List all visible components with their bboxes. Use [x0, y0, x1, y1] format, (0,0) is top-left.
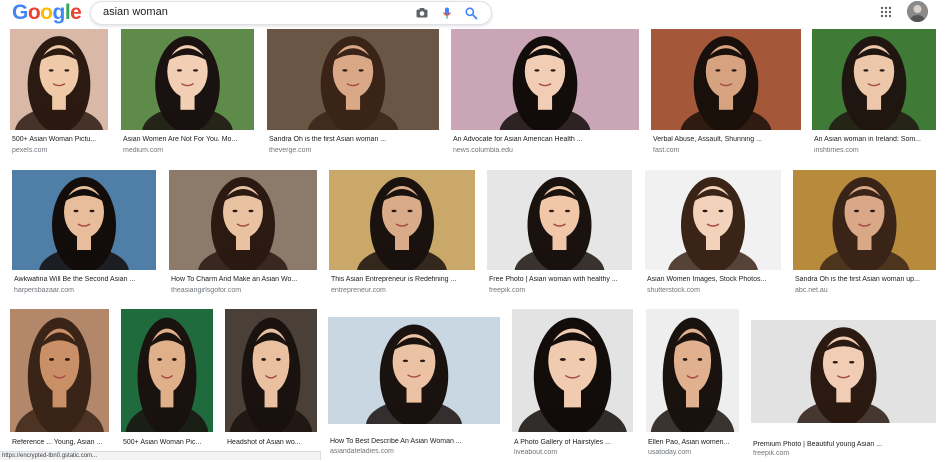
camera-icon[interactable]	[415, 6, 429, 20]
image-result[interactable]: Headshot of Asian wo...	[225, 309, 317, 462]
result-source[interactable]: usatoday.com	[648, 449, 739, 456]
image-thumbnail[interactable]	[121, 309, 213, 432]
result-source[interactable]: medium.com	[123, 147, 254, 154]
image-thumbnail[interactable]	[487, 170, 632, 270]
result-title[interactable]: Asian Women Are Not For You. Mo...	[123, 136, 254, 143]
image-result[interactable]: Free Photo | Asian woman with healthy ..…	[487, 170, 632, 300]
mic-icon[interactable]	[440, 6, 454, 20]
image-result[interactable]: Ellen Pao, Asian women... usatoday.com	[646, 309, 739, 462]
image-thumbnail[interactable]	[512, 309, 633, 432]
result-source[interactable]: freepik.com	[489, 287, 632, 294]
result-source[interactable]: shutterstock.com	[647, 287, 781, 294]
result-title[interactable]: How To Best Describe An Asian Woman ...	[330, 438, 500, 445]
apps-grid-icon[interactable]	[880, 6, 892, 18]
result-title[interactable]: Awkwafina Will Be the Second Asian ...	[14, 276, 156, 283]
image-thumbnail[interactable]	[121, 29, 254, 130]
result-source[interactable]: liveabout.com	[514, 449, 633, 456]
result-title[interactable]: Sandra Oh is the first Asian woman ...	[269, 136, 439, 143]
image-thumbnail[interactable]	[329, 170, 475, 270]
image-thumbnail[interactable]	[225, 309, 317, 432]
image-result[interactable]: Awkwafina Will Be the Second Asian ... ha…	[12, 170, 156, 300]
image-thumbnail[interactable]	[751, 320, 936, 423]
search-input[interactable]: asian woman	[103, 6, 168, 18]
result-title[interactable]: Free Photo | Asian woman with healthy ..…	[489, 276, 632, 283]
result-title[interactable]: 500+ Asian Woman Pictu...	[12, 136, 108, 143]
result-title[interactable]: How To Charm And Make an Asian Wo...	[171, 276, 317, 283]
image-thumbnail[interactable]	[10, 29, 108, 130]
result-title[interactable]: Premium Photo | Beautiful young Asian ..…	[753, 441, 936, 448]
image-thumbnail[interactable]	[12, 170, 156, 270]
image-thumbnail[interactable]	[651, 29, 801, 130]
result-title[interactable]: Headshot of Asian wo...	[227, 439, 317, 446]
image-thumbnail[interactable]	[10, 309, 109, 432]
image-thumbnail[interactable]	[328, 317, 500, 424]
search-box[interactable]: asian woman	[90, 1, 492, 25]
top-bar: Google asian woman	[0, 0, 948, 27]
result-title[interactable]: This Asian Entrepreneur is Redefining ..…	[331, 276, 475, 283]
result-title[interactable]: Reference ... Young, Asian ...	[12, 439, 109, 446]
image-result[interactable]: An Advocate for Asian American Health ..…	[451, 29, 639, 160]
result-title[interactable]: Sandra Oh is the first Asian woman up...	[795, 276, 936, 283]
image-result[interactable]: How To Best Describe An Asian Woman ... a…	[328, 317, 500, 455]
result-title[interactable]: Asian Women Images, Stock Photos...	[647, 276, 781, 283]
result-source[interactable]: irishtimes.com	[814, 147, 936, 154]
result-source[interactable]: harpersbazaar.com	[14, 287, 156, 294]
image-result[interactable]: An Asian woman in Ireland: Som... irishti…	[812, 29, 936, 160]
result-title[interactable]: Verbal Abuse, Assault, Shunning ...	[653, 136, 801, 143]
result-source[interactable]: pexels.com	[12, 147, 108, 154]
image-result[interactable]: How To Charm And Make an Asian Wo... thea…	[169, 170, 317, 300]
result-source[interactable]: freepik.com	[753, 450, 936, 457]
result-title[interactable]: An Asian woman in Ireland: Som...	[814, 136, 936, 143]
image-result[interactable]: Reference ... Young, Asian ...	[10, 309, 109, 462]
result-title[interactable]: An Advocate for Asian American Health ..…	[453, 136, 639, 143]
image-result[interactable]: 500+ Asian Woman Pic...	[121, 309, 213, 462]
result-source[interactable]: entrepreneur.com	[331, 287, 475, 294]
image-thumbnail[interactable]	[812, 29, 936, 130]
image-result[interactable]: Asian Women Images, Stock Photos... shutt…	[645, 170, 781, 300]
image-result[interactable]: Sandra Oh is the first Asian woman up...…	[793, 170, 936, 300]
google-logo[interactable]: Google	[12, 1, 82, 25]
image-result[interactable]: Asian Women Are Not For You. Mo... medium…	[121, 29, 254, 160]
result-source[interactable]: theverge.com	[269, 147, 439, 154]
image-thumbnail[interactable]	[646, 309, 739, 432]
result-title[interactable]: A Photo Gallery of Hairstyles ...	[514, 439, 633, 446]
account-avatar[interactable]	[907, 1, 928, 22]
result-title[interactable]: 500+ Asian Woman Pic...	[123, 439, 213, 446]
image-result[interactable]: Verbal Abuse, Assault, Shunning ... fast.…	[651, 29, 801, 160]
image-thumbnail[interactable]	[645, 170, 781, 270]
image-thumbnail[interactable]	[451, 29, 639, 130]
image-thumbnail[interactable]	[169, 170, 317, 270]
image-result[interactable]: This Asian Entrepreneur is Redefining ..…	[329, 170, 475, 300]
result-source[interactable]: theasiangirlsgofor.com	[171, 287, 317, 294]
search-icon[interactable]	[464, 6, 478, 20]
image-result[interactable]: A Photo Gallery of Hairstyles ... liveabo…	[512, 309, 633, 462]
result-title[interactable]: Ellen Pao, Asian women...	[648, 439, 739, 446]
result-source[interactable]: fast.com	[653, 147, 801, 154]
image-result[interactable]: Sandra Oh is the first Asian woman ... th…	[267, 29, 439, 160]
image-result[interactable]: 500+ Asian Woman Pictu... pexels.com	[10, 29, 108, 160]
image-thumbnail[interactable]	[267, 29, 439, 130]
result-source[interactable]: news.columbia.edu	[453, 147, 639, 154]
result-source[interactable]: abc.net.au	[795, 287, 936, 294]
image-thumbnail[interactable]	[793, 170, 936, 270]
image-result[interactable]: Premium Photo | Beautiful young Asian ..…	[751, 320, 936, 457]
result-source[interactable]: asiandateladies.com	[330, 448, 500, 455]
